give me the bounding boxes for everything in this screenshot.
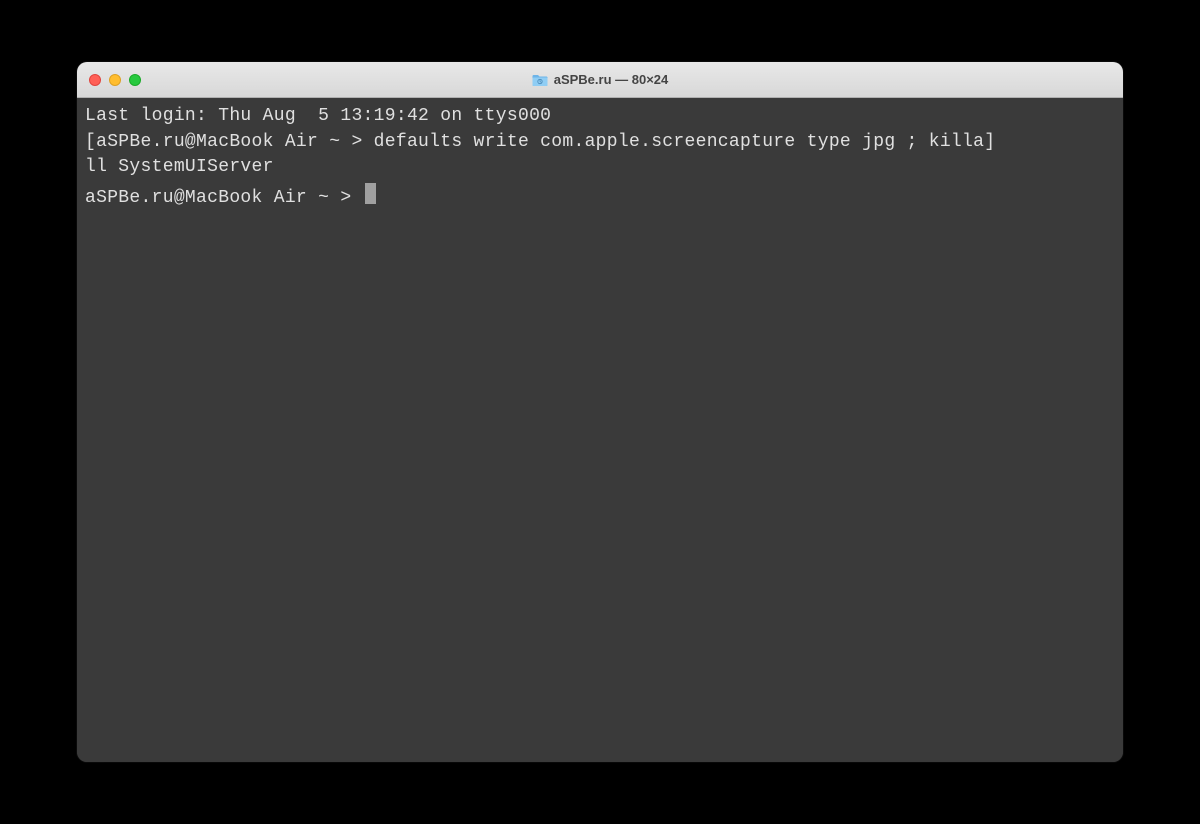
terminal-prompt: aSPBe.ru@MacBook Air ~ > [85,186,363,212]
traffic-lights [77,74,141,86]
terminal-content[interactable]: Last login: Thu Aug 5 13:19:42 on ttys00… [77,98,1123,762]
terminal-window: aSPBe.ru — 80×24 Last login: Thu Aug 5 1… [77,62,1123,762]
terminal-output-line: Last login: Thu Aug 5 13:19:42 on ttys00… [85,104,1115,130]
close-button[interactable] [89,74,101,86]
folder-icon [532,73,548,87]
zoom-button[interactable] [129,74,141,86]
terminal-output-line: [aSPBe.ru@MacBook Air ~ > defaults write… [85,130,1115,156]
terminal-output-line: ll SystemUIServer [85,155,1115,181]
terminal-cursor [365,183,376,204]
window-titlebar[interactable]: aSPBe.ru — 80×24 [77,62,1123,98]
window-title-text: aSPBe.ru — 80×24 [554,72,669,87]
terminal-prompt-line: aSPBe.ru@MacBook Air ~ > [85,181,1115,212]
window-title: aSPBe.ru — 80×24 [532,72,669,87]
minimize-button[interactable] [109,74,121,86]
